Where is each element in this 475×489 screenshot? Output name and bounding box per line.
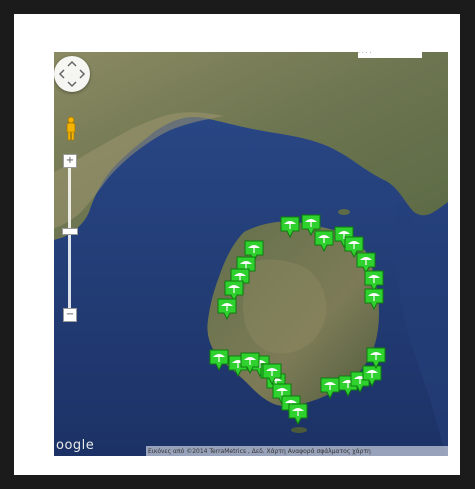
beach-umbrella-pin-icon — [217, 298, 237, 320]
beach-umbrella-pin-icon — [262, 363, 282, 385]
map-marker[interactable] — [320, 377, 340, 399]
pegman-icon[interactable] — [64, 116, 78, 142]
beach-umbrella-pin-icon — [314, 230, 334, 252]
map-marker[interactable] — [240, 352, 260, 374]
zoom-slider-handle[interactable] — [62, 228, 78, 235]
zoom-in-button[interactable]: + — [63, 154, 77, 168]
map-marker[interactable] — [280, 216, 300, 238]
map-top-label: · · · · — [358, 52, 422, 58]
content-panel: · · · · + − oogle Εικόνες από ©2014 Terr… — [14, 14, 460, 475]
map-marker[interactable] — [262, 363, 282, 385]
pan-control[interactable] — [54, 56, 90, 92]
map-marker[interactable] — [364, 288, 384, 310]
beach-umbrella-pin-icon — [364, 288, 384, 310]
beach-umbrella-pin-icon — [240, 352, 260, 374]
map-attribution[interactable]: Εικόνες από ©2014 TerraMetrics , Δεδ. Χά… — [146, 446, 448, 456]
map-view[interactable]: · · · · + − oogle Εικόνες από ©2014 Terr… — [54, 52, 448, 456]
pan-arrows-icon — [58, 60, 86, 88]
beach-umbrella-pin-icon — [209, 349, 229, 371]
map-marker[interactable] — [314, 230, 334, 252]
map-marker[interactable] — [366, 347, 386, 369]
map-marker[interactable] — [288, 403, 308, 425]
beach-umbrella-pin-icon — [280, 216, 300, 238]
zoom-slider-track[interactable] — [68, 168, 71, 308]
google-logo: oogle — [56, 438, 95, 453]
beach-umbrella-pin-icon — [288, 403, 308, 425]
map-marker[interactable] — [209, 349, 229, 371]
map-marker[interactable] — [217, 298, 237, 320]
zoom-out-button[interactable]: − — [63, 308, 77, 322]
beach-umbrella-pin-icon — [366, 347, 386, 369]
screen-frame: · · · · + − oogle Εικόνες από ©2014 Terr… — [0, 0, 475, 489]
beach-umbrella-pin-icon — [320, 377, 340, 399]
